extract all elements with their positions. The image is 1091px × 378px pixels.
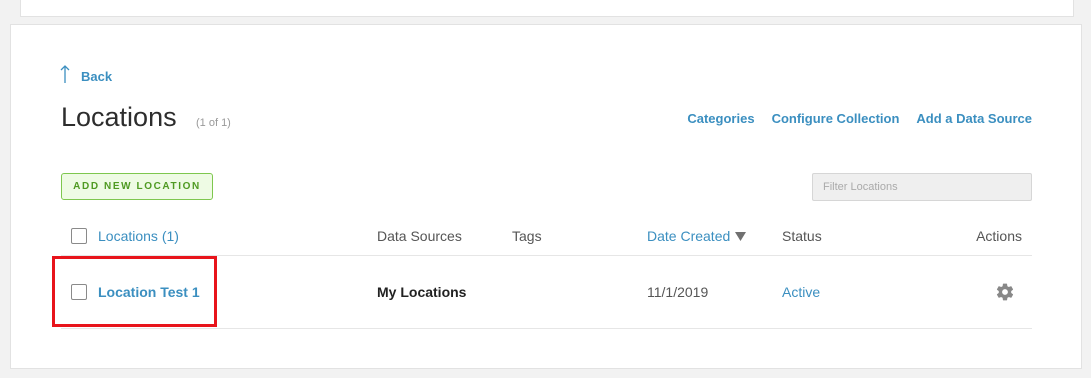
- configure-collection-link[interactable]: Configure Collection: [772, 111, 900, 126]
- back-link[interactable]: Back: [60, 64, 112, 84]
- gear-icon[interactable]: [995, 282, 1015, 302]
- location-name-link[interactable]: Location Test 1: [98, 256, 200, 328]
- column-header-locations[interactable]: Locations (1): [98, 217, 179, 255]
- column-header-status[interactable]: Status: [782, 217, 822, 255]
- date-created-label: Date Created: [647, 228, 731, 244]
- add-data-source-link[interactable]: Add a Data Source: [916, 111, 1032, 126]
- column-header-date-created[interactable]: Date Created: [647, 217, 747, 255]
- page-title: Locations: [61, 102, 177, 132]
- table-header: Locations (1) Data Sources Tags Date Cre…: [61, 217, 1032, 256]
- sort-descending-icon: [735, 231, 747, 241]
- column-header-tags[interactable]: Tags: [512, 217, 542, 255]
- status-cell[interactable]: Active: [782, 256, 820, 328]
- row-select-checkbox[interactable]: [71, 284, 87, 300]
- record-count: (1 of 1): [196, 117, 231, 129]
- top-panel-edge: [20, 0, 1074, 17]
- add-new-location-button[interactable]: ADD NEW LOCATION: [61, 173, 213, 200]
- header-links: Categories Configure Collection Add a Da…: [687, 111, 1032, 126]
- arrow-up-icon: [60, 65, 70, 83]
- table-row: Location Test 1 My Locations 11/1/2019 A…: [61, 256, 1032, 329]
- select-all-checkbox[interactable]: [71, 228, 87, 244]
- row-actions[interactable]: [995, 256, 1015, 328]
- back-label: Back: [81, 69, 113, 84]
- date-created-cell: 11/1/2019: [647, 284, 709, 300]
- column-header-actions: Actions: [976, 228, 1022, 244]
- filter-locations-input[interactable]: [812, 173, 1032, 201]
- categories-link[interactable]: Categories: [687, 111, 754, 126]
- column-header-data-sources[interactable]: Data Sources: [377, 217, 462, 255]
- data-source-cell: My Locations: [377, 284, 467, 300]
